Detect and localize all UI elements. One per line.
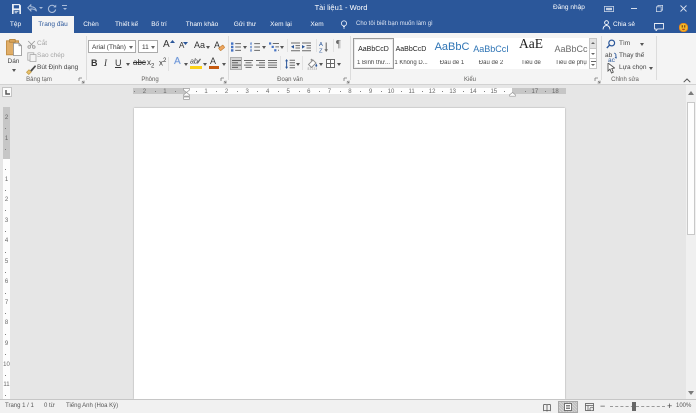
svg-text:Z: Z	[319, 49, 323, 54]
svg-text:A: A	[319, 42, 323, 48]
svg-text:ac: ac	[608, 57, 616, 62]
svg-text:ab: ab	[190, 59, 198, 66]
